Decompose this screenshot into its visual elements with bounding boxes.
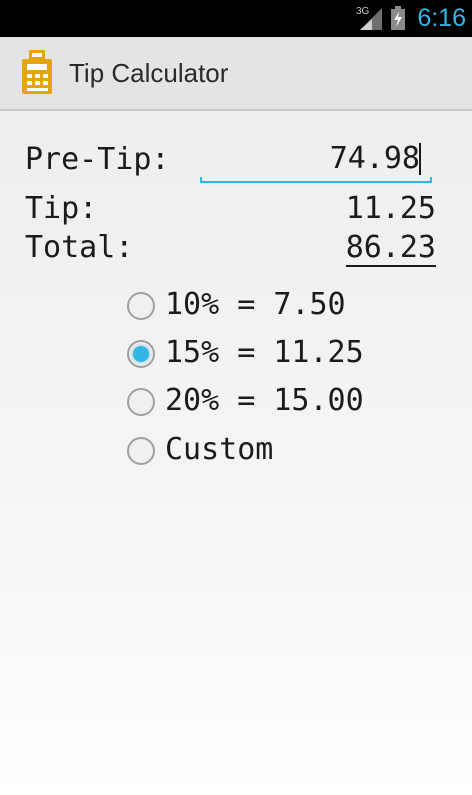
total-value: 86.23 <box>345 230 436 267</box>
tip-value: 11.25 <box>345 191 436 226</box>
radio-button[interactable] <box>127 437 155 465</box>
radio-button[interactable] <box>127 388 155 416</box>
pretip-input[interactable]: 74.98 <box>200 141 432 183</box>
radio-label: 15% = 11.25 <box>165 335 364 370</box>
radio-label: Custom <box>165 432 274 467</box>
pretip-label: Pre-Tip: <box>25 142 170 177</box>
text-cursor <box>419 143 421 175</box>
battery-charging-icon <box>391 6 405 30</box>
signal-icon <box>360 8 382 30</box>
tip-calculator-form: Pre-Tip: 74.98 Tip: 11.25 Total: 86.23 1… <box>0 111 472 795</box>
total-label: Total: <box>25 230 134 265</box>
pretip-value: 74.98 <box>329 141 420 176</box>
status-clock: 6:16 <box>417 4 466 32</box>
radio-button[interactable] <box>127 292 155 320</box>
calculator-icon <box>22 50 52 94</box>
radio-button-selected[interactable] <box>127 340 155 368</box>
status-bar: 3G 6:16 <box>0 0 472 37</box>
radio-label: 20% = 15.00 <box>165 383 364 418</box>
radio-label: 10% = 7.50 <box>165 287 346 322</box>
tip-label: Tip: <box>25 191 98 226</box>
app-title: Tip Calculator <box>69 58 229 88</box>
action-bar: Tip Calculator <box>0 37 472 111</box>
